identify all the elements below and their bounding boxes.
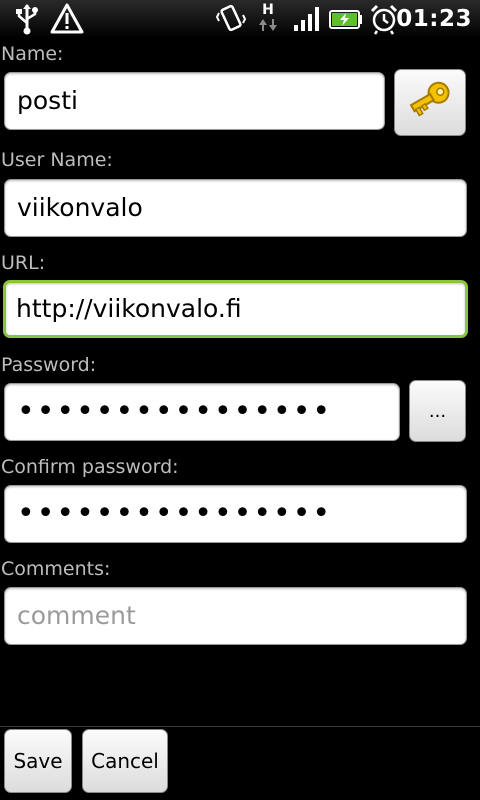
comments-label: Comments: [1,558,111,580]
alarm-icon [369,3,399,35]
url-input[interactable]: http://viikonvalo.fi [3,280,468,338]
password-options-button[interactable]: ... [409,380,466,442]
confirm-password-label: Confirm password: [1,456,179,478]
url-label: URL: [1,252,46,274]
network-type-label: H [262,2,274,18]
comments-input[interactable]: comment [4,587,467,645]
user-name-input[interactable]: viikonvalo [4,179,467,237]
save-button[interactable]: Save [4,729,72,793]
key-icon [405,78,455,127]
signal-icon [292,3,322,35]
generate-key-button[interactable] [394,69,466,136]
action-bar [0,726,480,800]
battery-charging-icon [328,3,364,35]
user-name-label: User Name: [1,149,113,171]
vibrate-icon [216,3,246,35]
confirm-password-input[interactable]: •••••••••••••••• [4,485,467,543]
status-clock: 01:23 [396,6,472,32]
name-label: Name: [1,43,64,65]
warning-icon [50,3,84,35]
usb-icon [14,3,40,35]
password-label: Password: [1,354,97,376]
name-input[interactable]: posti [4,72,385,130]
password-input[interactable]: •••••••••••••••• [4,383,400,441]
cancel-button[interactable]: Cancel [82,729,168,793]
status-bar: H 01:23 [0,0,480,38]
hspa-data-icon: H [257,3,279,35]
